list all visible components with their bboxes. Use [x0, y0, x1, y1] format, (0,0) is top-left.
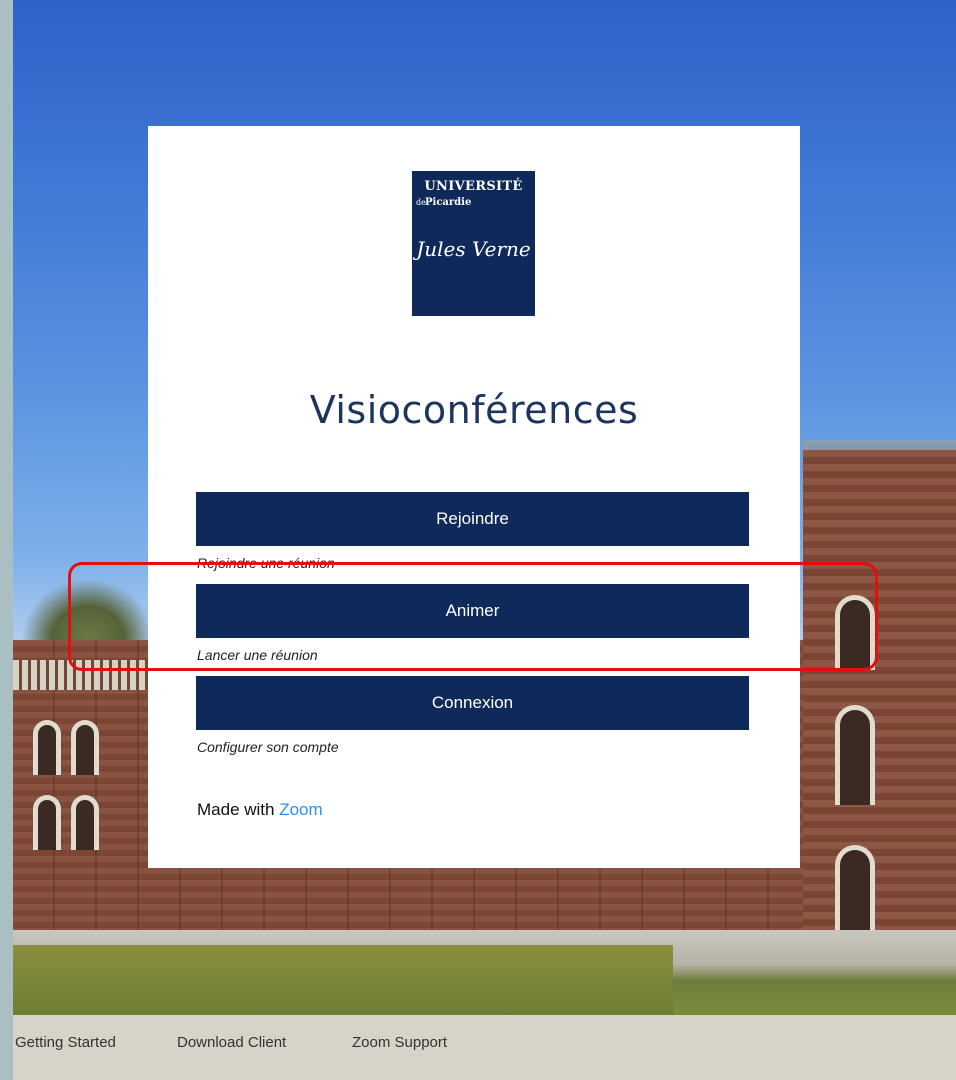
window-arch: [835, 595, 875, 670]
made-with-prefix: Made with: [197, 800, 275, 819]
window-arch: [71, 720, 99, 775]
sign-in-button[interactable]: Connexion: [196, 676, 749, 730]
window-arch: [71, 795, 99, 850]
logo-signature: Jules Verne: [416, 237, 531, 261]
building-cornice: [13, 660, 153, 690]
join-caption: Rejoindre une réunion: [197, 555, 335, 571]
page: Getting Started Download Client Zoom Sup…: [0, 0, 956, 1080]
sign-in-caption: Configurer son compte: [197, 739, 339, 755]
footer: Getting Started Download Client Zoom Sup…: [13, 1015, 956, 1080]
university-logo: UNIVERSITÉ de Picardie Jules Verne: [412, 171, 535, 316]
footer-link-download-client[interactable]: Download Client: [177, 1034, 286, 1051]
page-title: Visioconférences: [309, 388, 639, 432]
made-with-zoom: Made with Zoom: [197, 800, 323, 820]
host-caption: Lancer une réunion: [197, 647, 318, 663]
lawn: [13, 945, 673, 1015]
left-edge-strip: [0, 0, 13, 1080]
window-arch: [835, 705, 875, 805]
login-card: UNIVERSITÉ de Picardie Jules Verne Visio…: [148, 126, 800, 868]
logo-university-text: UNIVERSITÉ: [424, 179, 523, 194]
footer-link-zoom-support[interactable]: Zoom Support: [352, 1034, 447, 1051]
join-button[interactable]: Rejoindre: [196, 492, 749, 546]
building-wing: [803, 450, 956, 940]
logo-picardie-text: Picardie: [425, 197, 472, 208]
host-button[interactable]: Animer: [196, 584, 749, 638]
window-arch: [33, 720, 61, 775]
footer-link-getting-started[interactable]: Getting Started: [15, 1034, 116, 1051]
window-arch: [33, 795, 61, 850]
zoom-link[interactable]: Zoom: [279, 800, 322, 819]
